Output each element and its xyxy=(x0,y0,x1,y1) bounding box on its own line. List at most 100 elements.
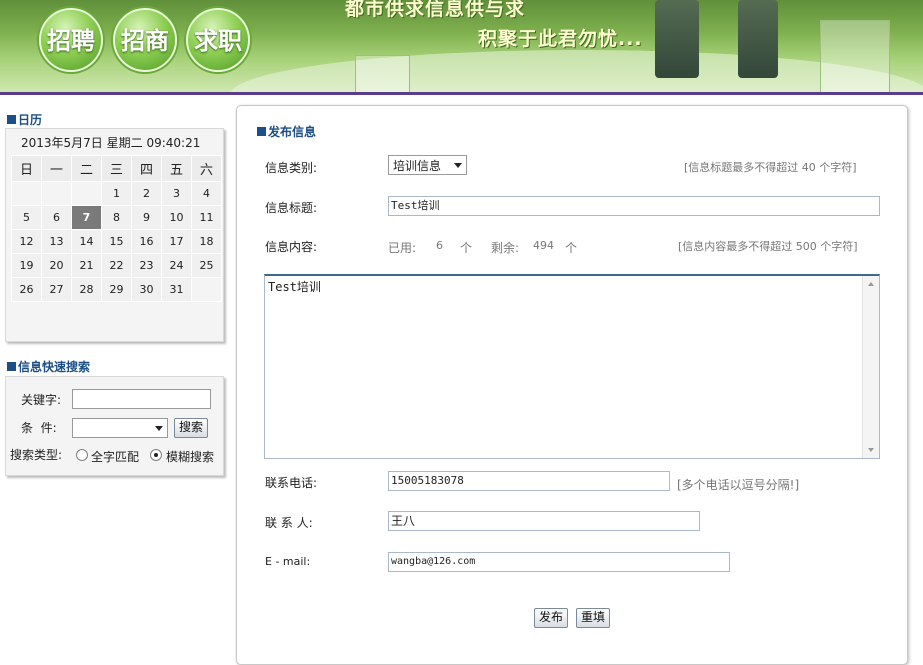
email-label: E - mail: xyxy=(265,555,311,568)
phone-input[interactable]: 15005183078 xyxy=(388,471,670,491)
submit-button[interactable]: 发布 xyxy=(534,608,568,628)
scroll-down-icon[interactable] xyxy=(868,448,874,452)
remain-count: 494 xyxy=(533,239,554,252)
remain-unit: 个 xyxy=(565,241,578,255)
weekday-header: 日 xyxy=(11,155,42,182)
search-type-label: 搜索类型: xyxy=(10,448,63,462)
category-value: 培训信息 xyxy=(393,159,442,173)
calendar-grid: 日一二三四五六 1 2 3 4 5 6 7 8 9 10 11 12 13 14 15 16 17 18 19 20 21… xyxy=(11,155,222,302)
condition-select[interactable] xyxy=(72,418,168,438)
calendar-day[interactable]: 13 xyxy=(41,229,72,254)
used-label: 已用: xyxy=(388,241,417,255)
weekday-header: 一 xyxy=(41,155,72,182)
info-title-input[interactable]: Test培训 xyxy=(388,196,880,216)
banner-building-decoration xyxy=(820,20,890,92)
contact-label: 联 系 人: xyxy=(265,516,313,530)
calendar-title-text: 日历 xyxy=(18,113,43,127)
calendar-day[interactable]: 4 xyxy=(191,181,222,206)
square-bullet-icon xyxy=(257,127,266,136)
calendar-day[interactable]: 11 xyxy=(191,205,222,230)
used-unit: 个 xyxy=(460,241,473,255)
weekday-header: 四 xyxy=(131,155,162,182)
content-value: Test培训 xyxy=(268,280,321,294)
exact-match-label: 全字匹配 xyxy=(91,450,140,464)
calendar-day[interactable]: 9 xyxy=(131,205,162,230)
calendar-day[interactable]: 10 xyxy=(161,205,192,230)
quick-search-panel: 关键字: 条 件: 搜索 搜索类型: 全字匹配 模糊搜索 xyxy=(5,376,224,476)
email-input[interactable]: wangba@126.com xyxy=(388,552,730,572)
calendar-empty-cell xyxy=(11,181,42,206)
banner-person-decoration xyxy=(655,0,699,78)
calendar-empty-cell xyxy=(41,181,72,206)
calendar-day[interactable]: 21 xyxy=(71,253,102,278)
calendar-day[interactable]: 31 xyxy=(161,277,192,302)
square-bullet-icon xyxy=(7,362,16,371)
calendar-day[interactable]: 5 xyxy=(11,205,42,230)
publish-title-text: 发布信息 xyxy=(268,125,317,139)
info-title-label: 信息标题: xyxy=(265,201,318,215)
calendar-day[interactable]: 20 xyxy=(41,253,72,278)
calendar-empty-cell xyxy=(71,181,102,206)
calendar-day[interactable]: 2 xyxy=(131,181,162,206)
banner-slogan: 都市供求信息供与求 xyxy=(345,0,526,20)
job-seeking-button[interactable]: 求职 xyxy=(186,8,250,72)
calendar-day[interactable]: 29 xyxy=(101,277,132,302)
weekday-header: 五 xyxy=(161,155,192,182)
calendar-day[interactable]: 7 xyxy=(71,205,102,230)
calendar-empty-cell xyxy=(191,277,222,302)
fuzzy-search-radio[interactable] xyxy=(150,449,162,461)
phone-label: 联系电话: xyxy=(265,476,318,490)
quick-search-title: 信息快速搜索 xyxy=(7,358,90,375)
fuzzy-search-label: 模糊搜索 xyxy=(166,450,215,464)
calendar-day[interactable]: 24 xyxy=(161,253,192,278)
calendar-title: 日历 xyxy=(7,111,42,128)
category-select[interactable]: 培训信息 xyxy=(388,155,467,175)
publish-title: 发布信息 xyxy=(257,123,316,140)
phone-hint: [多个电话以逗号分隔!] xyxy=(677,478,800,492)
calendar-day[interactable]: 28 xyxy=(71,277,102,302)
calendar-day[interactable]: 17 xyxy=(161,229,192,254)
contact-input[interactable]: 王八 xyxy=(388,511,700,531)
quick-search-title-text: 信息快速搜索 xyxy=(18,360,91,374)
keyword-label: 关键字: xyxy=(21,393,62,407)
calendar-day[interactable]: 12 xyxy=(11,229,42,254)
search-button[interactable]: 搜索 xyxy=(174,418,208,438)
calendar-day[interactable]: 18 xyxy=(191,229,222,254)
calendar-day[interactable]: 19 xyxy=(11,253,42,278)
calendar-day[interactable]: 30 xyxy=(131,277,162,302)
textarea-scrollbar[interactable] xyxy=(862,276,879,458)
used-count: 6 xyxy=(436,239,443,252)
content-textarea[interactable]: Test培训 xyxy=(264,274,880,459)
banner-slogan: 积聚于此君勿忧... xyxy=(478,28,643,50)
reset-button[interactable]: 重填 xyxy=(576,608,610,628)
remain-label: 剩余: xyxy=(491,241,520,255)
recruit-button[interactable]: 招聘 xyxy=(39,8,103,72)
scroll-up-icon[interactable] xyxy=(868,282,874,286)
square-bullet-icon xyxy=(7,115,16,124)
calendar-day[interactable]: 23 xyxy=(131,253,162,278)
chevron-down-icon xyxy=(155,426,163,431)
content-label: 信息内容: xyxy=(265,240,318,254)
calendar-day[interactable]: 6 xyxy=(41,205,72,230)
calendar-day[interactable]: 14 xyxy=(71,229,102,254)
calendar-day[interactable]: 1 xyxy=(101,181,132,206)
content-length-hint: [信息内容最多不得超过 500 个字符] xyxy=(678,240,858,253)
calendar-day[interactable]: 3 xyxy=(161,181,192,206)
banner-person-decoration xyxy=(738,0,778,78)
chevron-down-icon xyxy=(454,163,462,168)
exact-match-radio[interactable] xyxy=(76,449,88,461)
calendar-datetime: 2013年5月7日 星期二 09:40:21 xyxy=(21,136,201,150)
weekday-header: 三 xyxy=(101,155,132,182)
calendar-day[interactable]: 25 xyxy=(191,253,222,278)
calendar-day[interactable]: 22 xyxy=(101,253,132,278)
condition-label: 条 件: xyxy=(21,421,57,435)
calendar-day[interactable]: 27 xyxy=(41,277,72,302)
investment-button[interactable]: 招商 xyxy=(113,8,177,72)
keyword-input[interactable] xyxy=(72,389,211,409)
header-banner: 招聘 招商 求职 都市供求信息供与求 积聚于此君勿忧... xyxy=(0,0,923,95)
weekday-header: 六 xyxy=(191,155,222,182)
calendar-day[interactable]: 8 xyxy=(101,205,132,230)
calendar-day[interactable]: 15 xyxy=(101,229,132,254)
calendar-day[interactable]: 16 xyxy=(131,229,162,254)
calendar-day[interactable]: 26 xyxy=(11,277,42,302)
